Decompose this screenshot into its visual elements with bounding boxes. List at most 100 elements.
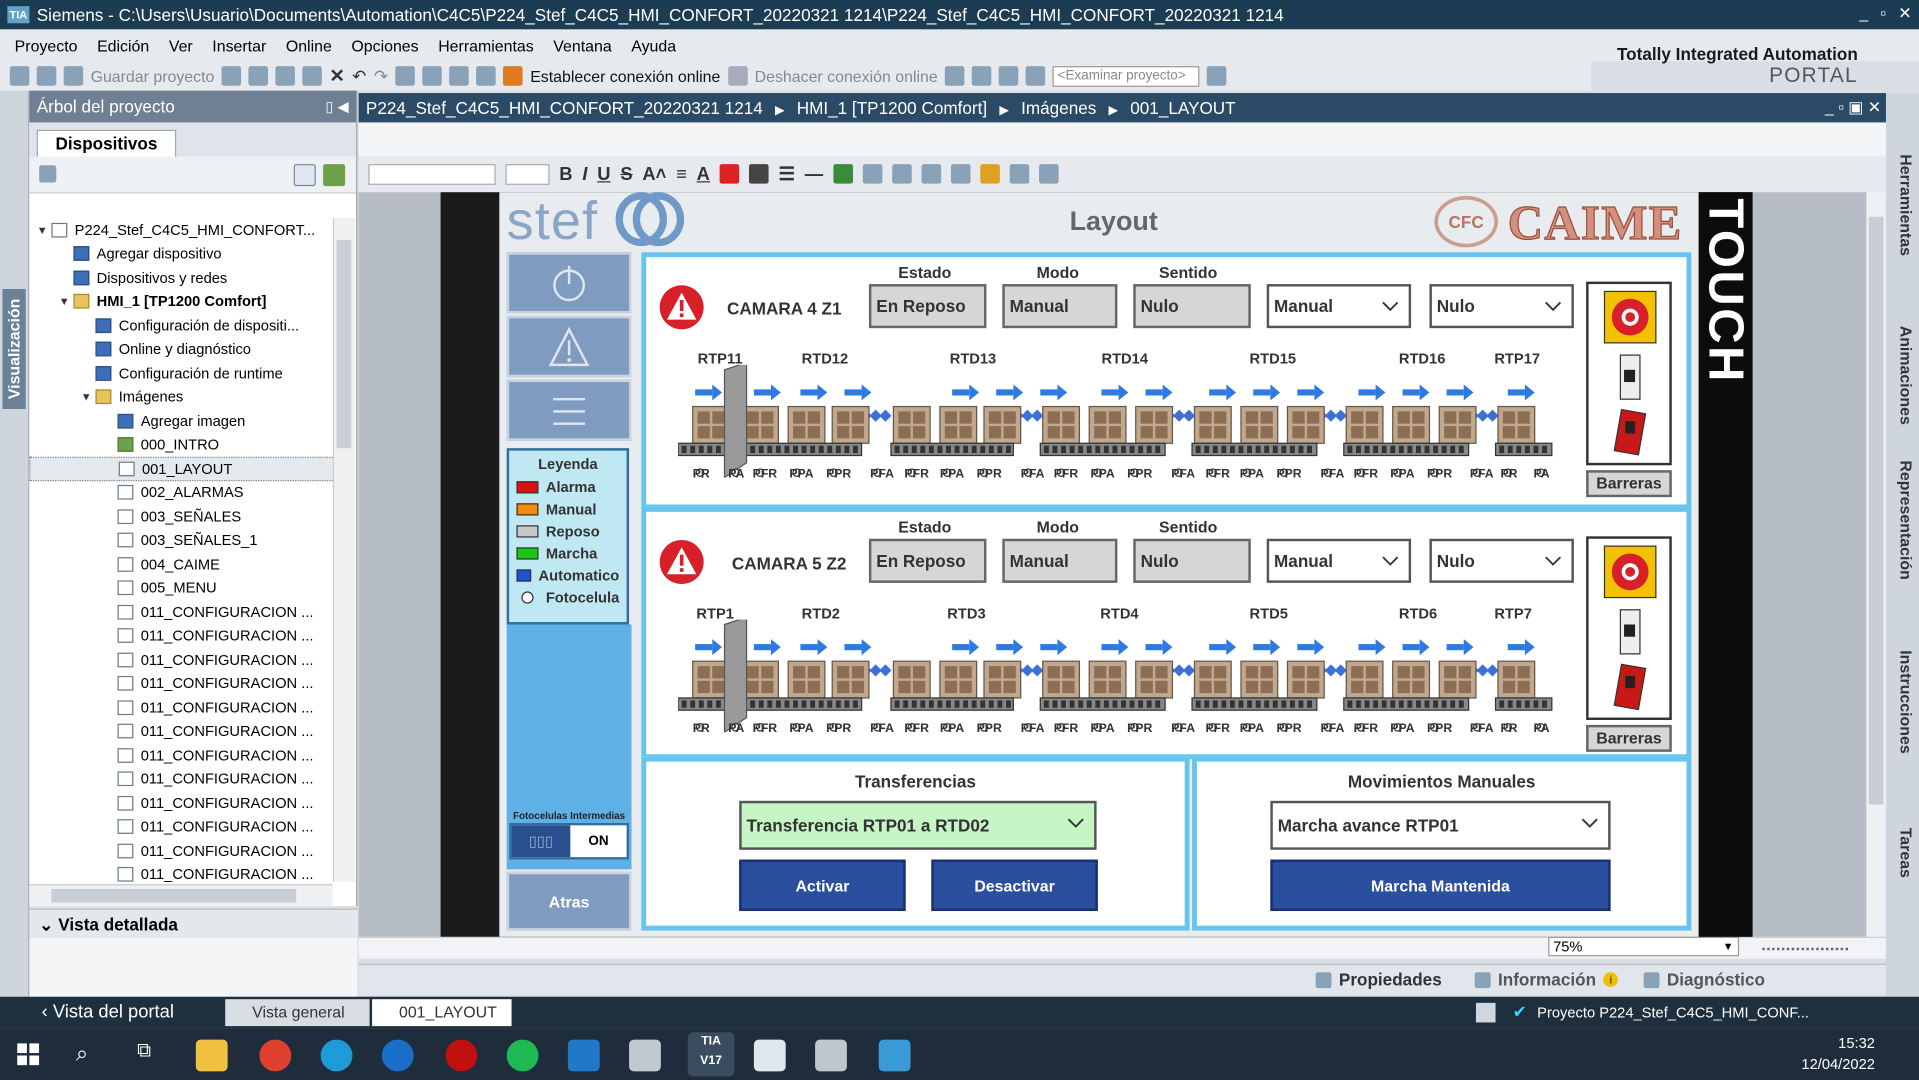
- detail-view-header[interactable]: ⌄ Vista detallada: [29, 908, 358, 938]
- bold-icon[interactable]: B: [559, 163, 572, 184]
- tree-item[interactable]: 011_CONFIGURACION ...: [29, 719, 335, 743]
- disconnect-online-icon[interactable]: [727, 66, 748, 86]
- fill-color-icon[interactable]: [719, 164, 740, 184]
- menu-item-0[interactable]: Proyecto: [5, 36, 87, 54]
- collapse-panel-icon[interactable]: ▯ ◀: [325, 91, 348, 123]
- line-width-icon[interactable]: ☰: [778, 163, 794, 185]
- vscode-icon[interactable]: [567, 1039, 600, 1072]
- open-editor-tab[interactable]: 001_LAYOUT: [372, 999, 512, 1027]
- rotate-icon[interactable]: [862, 164, 882, 184]
- alarms-nav-button[interactable]: [506, 315, 632, 378]
- sentido-select[interactable]: Nulo: [1429, 538, 1574, 583]
- task-card-tab[interactable]: Representación: [1891, 460, 1915, 579]
- expand-arrow-icon[interactable]: ▼: [59, 295, 74, 307]
- barreras-button[interactable]: Barreras: [1586, 470, 1672, 498]
- spotify-icon[interactable]: [506, 1039, 539, 1072]
- copy-icon[interactable]: [275, 66, 296, 86]
- tree-item[interactable]: Agregar dispositivo: [29, 242, 335, 266]
- flip-icon[interactable]: [1009, 164, 1029, 184]
- visualizacion-tab[interactable]: Visualización: [2, 288, 26, 409]
- tree-item[interactable]: 004_CAIME: [29, 552, 335, 576]
- fotocelulas-toggle[interactable]: ▯▯▯ ON: [509, 822, 630, 860]
- tree-item[interactable]: 011_CONFIGURACION ...: [29, 600, 335, 624]
- task-card-tab[interactable]: Tareas: [1891, 828, 1915, 878]
- maximize-icon[interactable]: ▫: [1880, 4, 1886, 24]
- font-size-up-icon[interactable]: A˄: [642, 163, 666, 184]
- expand-arrow-icon[interactable]: ▼: [37, 224, 52, 236]
- task-view-icon[interactable]: ⧉: [137, 1041, 151, 1063]
- search-project-input[interactable]: <Examinar proyecto>: [1052, 65, 1200, 87]
- simulate-icon[interactable]: [476, 66, 496, 86]
- tree-horizontal-scrollbar[interactable]: [29, 884, 333, 907]
- close-icon[interactable]: ✕: [1898, 4, 1911, 24]
- expand-arrow-icon[interactable]: ▼: [81, 391, 96, 403]
- breadcrumb-item[interactable]: Imágenes: [1021, 98, 1096, 118]
- detail-view-icon[interactable]: [293, 164, 316, 187]
- breadcrumb-item[interactable]: P224_Stef_C4C5_HMI_CONFORT_20220321 1214: [366, 98, 763, 118]
- minimize-icon[interactable]: _: [1859, 4, 1868, 24]
- editor-scroll-thumb[interactable]: [1868, 216, 1884, 805]
- tree-hscroll-thumb[interactable]: [51, 888, 297, 903]
- task-card-tab[interactable]: Herramientas: [1891, 154, 1915, 256]
- download-icon[interactable]: [422, 66, 443, 86]
- italic-icon[interactable]: I: [582, 163, 587, 184]
- split-h-icon[interactable]: [998, 66, 1019, 86]
- disconnect-online-button[interactable]: Deshacer conexión online: [755, 67, 938, 85]
- tree-item[interactable]: Configuración de runtime: [29, 361, 335, 385]
- tab-informacion[interactable]: Información i: [1474, 970, 1619, 989]
- arrange-icon[interactable]: [832, 164, 853, 184]
- upload-icon[interactable]: [449, 66, 470, 86]
- tree-item[interactable]: 001_LAYOUT: [29, 456, 336, 481]
- zoom-slider[interactable]: [1762, 945, 1849, 951]
- accessible-devices-icon[interactable]: [945, 66, 965, 86]
- windows-start-icon[interactable]: [17, 1043, 40, 1066]
- antivirus-icon[interactable]: [445, 1039, 478, 1072]
- tree-scroll-thumb[interactable]: [336, 240, 352, 449]
- strikethrough-icon[interactable]: S: [620, 163, 632, 184]
- paste-icon[interactable]: [302, 66, 323, 86]
- format-painter-icon[interactable]: [979, 164, 1000, 184]
- movimiento-select[interactable]: Marcha avance RTP01: [1270, 800, 1611, 850]
- menu-item-8[interactable]: Ayuda: [621, 36, 685, 54]
- tree-item[interactable]: ▼ Imágenes: [29, 385, 335, 409]
- menu-nav-button[interactable]: [506, 379, 632, 441]
- font-size-select[interactable]: [505, 163, 550, 185]
- new-project-icon[interactable]: [9, 66, 30, 86]
- barreras-button[interactable]: Barreras: [1586, 724, 1672, 752]
- tab-propiedades[interactable]: Propiedades: [1315, 970, 1442, 989]
- underline-icon[interactable]: U: [597, 163, 610, 184]
- tree-item[interactable]: 011_CONFIGURACION ...: [29, 815, 335, 839]
- tree-item[interactable]: 011_CONFIGURACION ...: [29, 839, 335, 863]
- menu-item-2[interactable]: Ver: [159, 36, 202, 54]
- tree-item[interactable]: Online y diagnóstico: [29, 337, 335, 361]
- tree-item[interactable]: 002_ALARMAS: [29, 481, 335, 505]
- tree-vertical-scrollbar[interactable]: [332, 217, 355, 882]
- breadcrumb-item[interactable]: 001_LAYOUT: [1130, 98, 1235, 118]
- menu-item-6[interactable]: Herramientas: [428, 36, 543, 54]
- zoom-icon[interactable]: [1038, 164, 1059, 184]
- desactivar-button[interactable]: Desactivar: [931, 859, 1098, 912]
- print-icon[interactable]: [221, 66, 242, 86]
- paint-icon[interactable]: [629, 1039, 661, 1072]
- font-select[interactable]: [368, 163, 496, 185]
- line-color-icon[interactable]: [749, 164, 769, 184]
- atras-button[interactable]: Atras: [506, 871, 632, 931]
- alarm-warning-icon[interactable]: [657, 539, 706, 586]
- marcha-mantenida-button[interactable]: Marcha Mantenida: [1270, 859, 1611, 912]
- connect-online-icon[interactable]: [503, 66, 523, 86]
- compile-icon[interactable]: [395, 66, 416, 86]
- split-v-icon[interactable]: [1025, 66, 1046, 86]
- tab-dispositivos[interactable]: Dispositivos: [36, 129, 177, 157]
- tree-item[interactable]: 000_INTRO: [29, 433, 335, 457]
- open-project-icon[interactable]: [36, 66, 57, 86]
- transferencia-select[interactable]: Transferencia RTP01 a RTD02: [739, 800, 1097, 850]
- redo-icon[interactable]: ↷: [374, 66, 388, 87]
- overview-tab[interactable]: Vista general: [225, 999, 370, 1027]
- tree-item[interactable]: 011_CONFIGURACION ...: [29, 791, 335, 815]
- tree-item[interactable]: 003_SEÑALES_1: [29, 528, 335, 552]
- text-color-icon[interactable]: A: [697, 163, 710, 184]
- zoom-dropdown-icon[interactable]: ▼: [1720, 938, 1737, 955]
- sentido-select[interactable]: Nulo: [1429, 284, 1574, 329]
- tree-item[interactable]: ▼ P224_Stef_C4C5_HMI_CONFORT...: [29, 218, 335, 242]
- tree-item[interactable]: 011_CONFIGURACION ...: [29, 863, 335, 887]
